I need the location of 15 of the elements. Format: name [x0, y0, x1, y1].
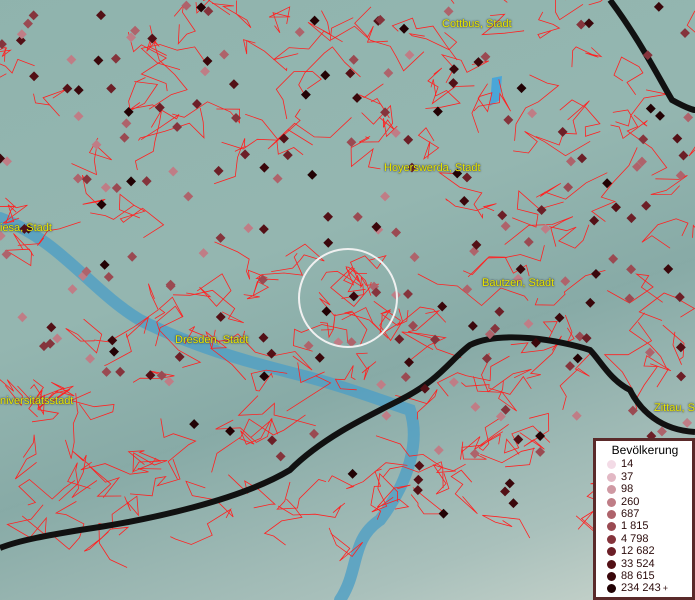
overflow-mark: +: [662, 582, 668, 593]
legend-value: 687: [621, 508, 640, 520]
place-label: Zittau, S: [654, 402, 695, 414]
legend-value: 12 682: [621, 546, 655, 558]
legend-value: 4 798: [621, 534, 649, 545]
legend-value: 98: [621, 484, 634, 496]
place-label: Bautzen, Stadt: [482, 277, 554, 289]
legend-value: 33 524: [621, 558, 655, 570]
legend-value: 37: [621, 472, 634, 483]
legend-value: 260: [621, 496, 640, 508]
legend-value: 14: [621, 459, 634, 470]
legend-value: 234 243: [621, 583, 661, 594]
legend-value: 88 615: [621, 570, 655, 582]
legend-value: 1 815: [621, 521, 649, 532]
legend-title: Bevölkerung: [610, 442, 680, 459]
